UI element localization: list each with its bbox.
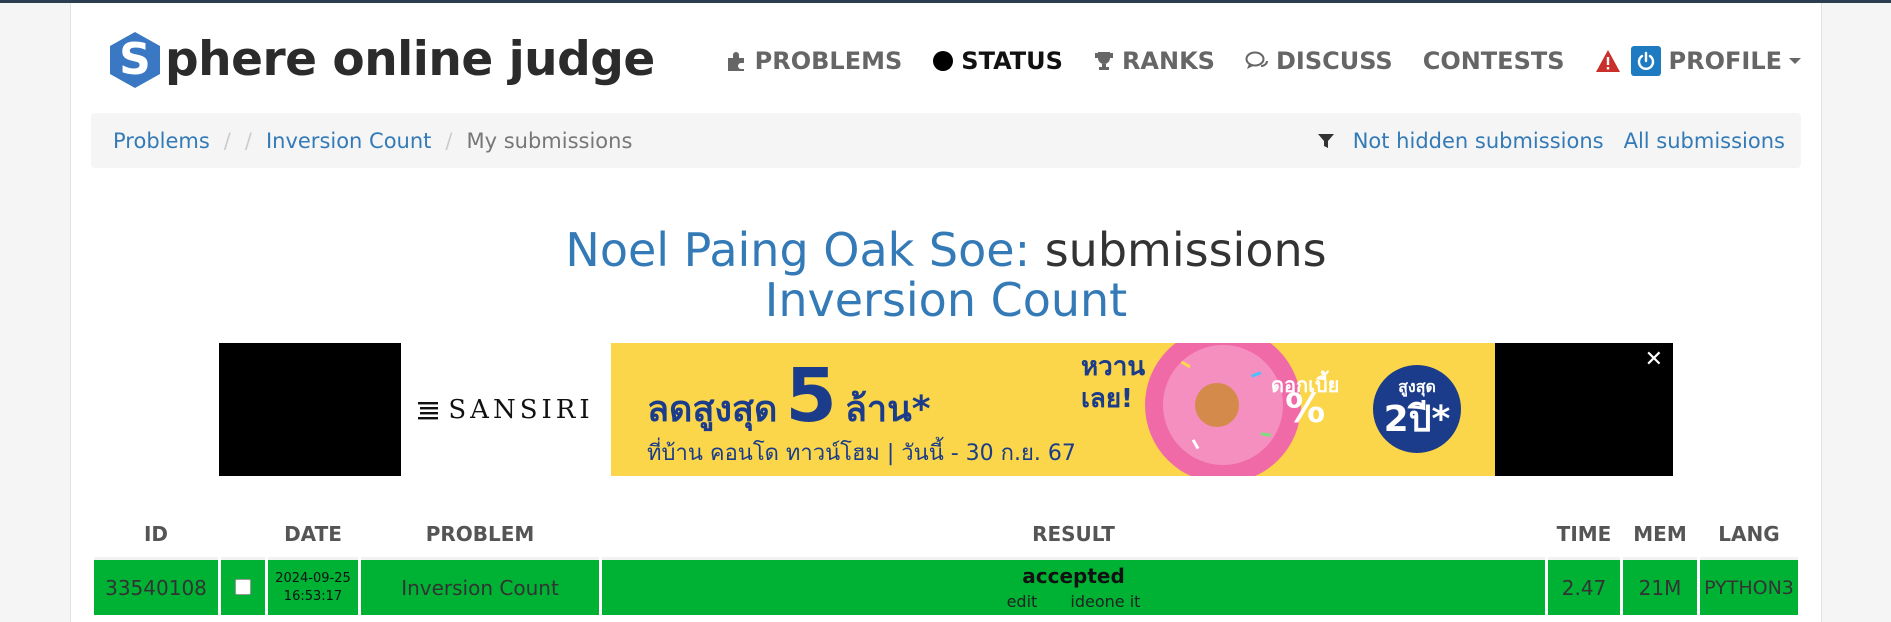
trophy-icon bbox=[1093, 50, 1115, 72]
nav-profile-label: PROFILE bbox=[1668, 47, 1782, 75]
select-cell bbox=[221, 557, 265, 615]
col-result: RESULT bbox=[1032, 522, 1115, 546]
ad-sweet-text: หวาน เลย! bbox=[1081, 351, 1145, 415]
submission-lang: PYTHON3 bbox=[1700, 557, 1798, 615]
col-time: TIME bbox=[1556, 522, 1612, 546]
logo-text: phere online judge bbox=[165, 32, 655, 87]
edit-link[interactable]: edit bbox=[1007, 592, 1038, 611]
col-id: ID bbox=[143, 522, 169, 546]
submission-filters: Not hidden submissions All submissions bbox=[1317, 113, 1785, 168]
submission-date-time: 16:53:17 bbox=[283, 588, 343, 604]
breadcrumb-problems[interactable]: Problems bbox=[113, 129, 210, 153]
close-icon[interactable]: ✕ bbox=[1645, 347, 1663, 372]
submission-date: 2024-09-25 16:53:17 bbox=[268, 557, 358, 615]
ad-brand-panel: SANSIRI bbox=[401, 343, 611, 476]
ad-years-top: สูงสุด bbox=[1398, 377, 1436, 396]
col-problem: PROBLEM bbox=[425, 522, 535, 546]
all-submissions-link[interactable]: All submissions bbox=[1624, 129, 1785, 153]
circle-icon bbox=[932, 50, 954, 72]
main-nav: PROBLEMS STATUS RANKS DISCUSS CONTESTS P… bbox=[696, 43, 1801, 79]
table-header-row: ID DATE PROBLEM RESULT TIME MEM LANG bbox=[94, 517, 1798, 557]
title-word: submissions bbox=[1044, 223, 1327, 277]
site-logo[interactable]: S phere online judge bbox=[107, 27, 655, 93]
ad-interest-badge: ดอกเบี้ย % bbox=[1271, 373, 1339, 432]
ad-sweet-2: เลย! bbox=[1081, 384, 1133, 414]
table-row: 33540108 2024-09-25 16:53:17 Inversion C… bbox=[94, 557, 1798, 615]
ad-percent-sign: % bbox=[1285, 386, 1326, 432]
ad-years-badge: สูงสุด 2ปี* bbox=[1373, 365, 1461, 453]
comments-icon bbox=[1245, 50, 1269, 72]
submissions-table: ID DATE PROBLEM RESULT TIME MEM LANG 335… bbox=[91, 517, 1801, 615]
submission-problem[interactable]: Inversion Count bbox=[361, 557, 599, 615]
breadcrumb-separator: / bbox=[244, 128, 252, 153]
page-title: Noel Paing Oak Soe: submissions Inversio… bbox=[71, 225, 1821, 325]
nav-ranks-label: RANKS bbox=[1121, 47, 1215, 75]
puzzle-icon bbox=[726, 50, 748, 72]
ad-sweet-1: หวาน bbox=[1081, 352, 1146, 382]
ideone-link[interactable]: ideone it bbox=[1070, 592, 1140, 611]
ad-headline-a: ลดสูงสุด bbox=[647, 389, 778, 430]
ad-years-num: 2ปี* bbox=[1383, 399, 1451, 440]
main-container: S phere online judge PROBLEMS STATUS RAN… bbox=[70, 3, 1822, 622]
ad-brand: SANSIRI bbox=[448, 394, 594, 425]
warning-icon[interactable] bbox=[1595, 49, 1621, 73]
breadcrumb-problem[interactable]: Inversion Count bbox=[266, 129, 431, 153]
ad-subline: ที่บ้าน คอนโด ทาวน์โฮม | วันนี้ - 30 ก.ย… bbox=[647, 441, 1076, 466]
power-icon[interactable] bbox=[1630, 46, 1661, 76]
submission-id[interactable]: 33540108 bbox=[94, 557, 218, 615]
col-date: DATE bbox=[284, 522, 342, 546]
nav-profile[interactable]: PROFILE bbox=[1669, 47, 1801, 75]
ad-headline-b: ล้าน* bbox=[844, 389, 931, 430]
submission-date-day: 2024-09-25 bbox=[275, 570, 351, 586]
nav-problems-label: PROBLEMS bbox=[754, 47, 903, 75]
ad-headline-num: 5 bbox=[785, 353, 837, 439]
breadcrumb-current: My submissions bbox=[466, 128, 633, 153]
not-hidden-submissions-link[interactable]: Not hidden submissions bbox=[1353, 129, 1604, 153]
submission-result: accepted edit ideone it bbox=[602, 557, 1545, 615]
submission-mem: 21M bbox=[1623, 557, 1697, 615]
advertisement-banner[interactable]: SANSIRI ลดสูงสุด 5 ล้าน* ที่บ้าน คอนโด ท… bbox=[219, 343, 1673, 476]
logo-letter: S bbox=[119, 34, 151, 85]
col-lang: LANG bbox=[1718, 522, 1780, 546]
nav-status[interactable]: STATUS bbox=[932, 47, 1063, 75]
logo-hexagon: S bbox=[107, 30, 163, 90]
nav-contests[interactable]: CONTESTS bbox=[1423, 47, 1565, 75]
filter-icon bbox=[1317, 132, 1335, 150]
nav-discuss-label: DISCUSS bbox=[1275, 47, 1393, 75]
problem-link[interactable]: Inversion Count bbox=[71, 275, 1821, 325]
result-links: edit ideone it bbox=[993, 592, 1155, 611]
col-checkbox bbox=[221, 517, 265, 557]
nav-problems[interactable]: PROBLEMS bbox=[726, 47, 903, 75]
breadcrumb-separator: / bbox=[223, 128, 231, 153]
nav-status-label: STATUS bbox=[961, 47, 1063, 75]
nav-discuss[interactable]: DISCUSS bbox=[1245, 47, 1393, 75]
ad-headline: ลดสูงสุด 5 ล้าน* bbox=[647, 353, 931, 439]
nav-ranks[interactable]: RANKS bbox=[1093, 47, 1215, 75]
breadcrumb-separator: / bbox=[445, 128, 453, 153]
ad-promo-panel: ลดสูงสุด 5 ล้าน* ที่บ้าน คอนโด ทาวน์โฮม … bbox=[611, 343, 1495, 476]
chevron-down-icon bbox=[1789, 58, 1801, 64]
user-link[interactable]: Noel Paing Oak Soe: bbox=[565, 223, 1030, 277]
submission-time: 2.47 bbox=[1548, 557, 1620, 615]
nav-contests-label: CONTESTS bbox=[1422, 47, 1565, 75]
col-mem: MEM bbox=[1633, 522, 1687, 546]
select-checkbox[interactable] bbox=[235, 578, 251, 595]
sansiri-logo: SANSIRI bbox=[418, 395, 593, 425]
result-status: accepted bbox=[1022, 563, 1125, 588]
breadcrumb: Problems / / Inversion Count / My submis… bbox=[91, 113, 1801, 168]
